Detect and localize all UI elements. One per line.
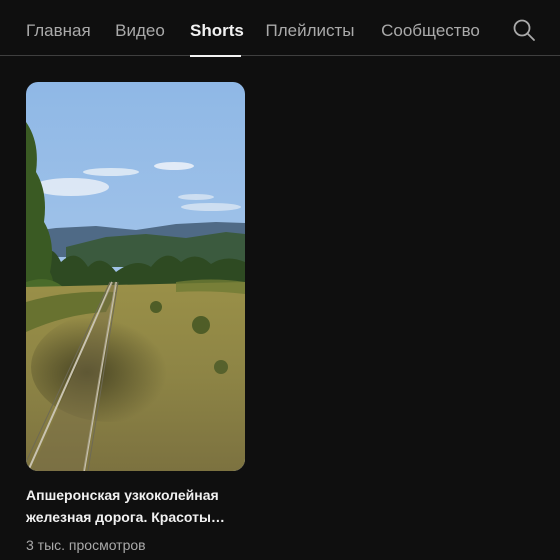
- search-icon: [513, 19, 535, 41]
- channel-tabs-bar: Главная Видео Shorts Плейлисты Сообществ…: [0, 0, 560, 57]
- tab-playlists[interactable]: Плейлисты: [265, 0, 355, 56]
- shorts-view-count: 3 тыс. просмотров: [26, 537, 146, 553]
- thumbnail-image: [26, 82, 245, 471]
- search-button[interactable]: [508, 14, 540, 46]
- tab-home[interactable]: Главная: [26, 0, 91, 56]
- shorts-thumbnail[interactable]: [26, 82, 245, 471]
- tab-videos[interactable]: Видео: [115, 0, 165, 56]
- tab-shorts[interactable]: Shorts: [190, 0, 244, 57]
- shorts-card[interactable]: Апшеронская узкоколейная железная дорога…: [26, 82, 245, 555]
- tab-community[interactable]: Сообщество: [381, 0, 480, 56]
- shorts-title[interactable]: Апшеронская узкоколейная железная дорога…: [26, 484, 241, 528]
